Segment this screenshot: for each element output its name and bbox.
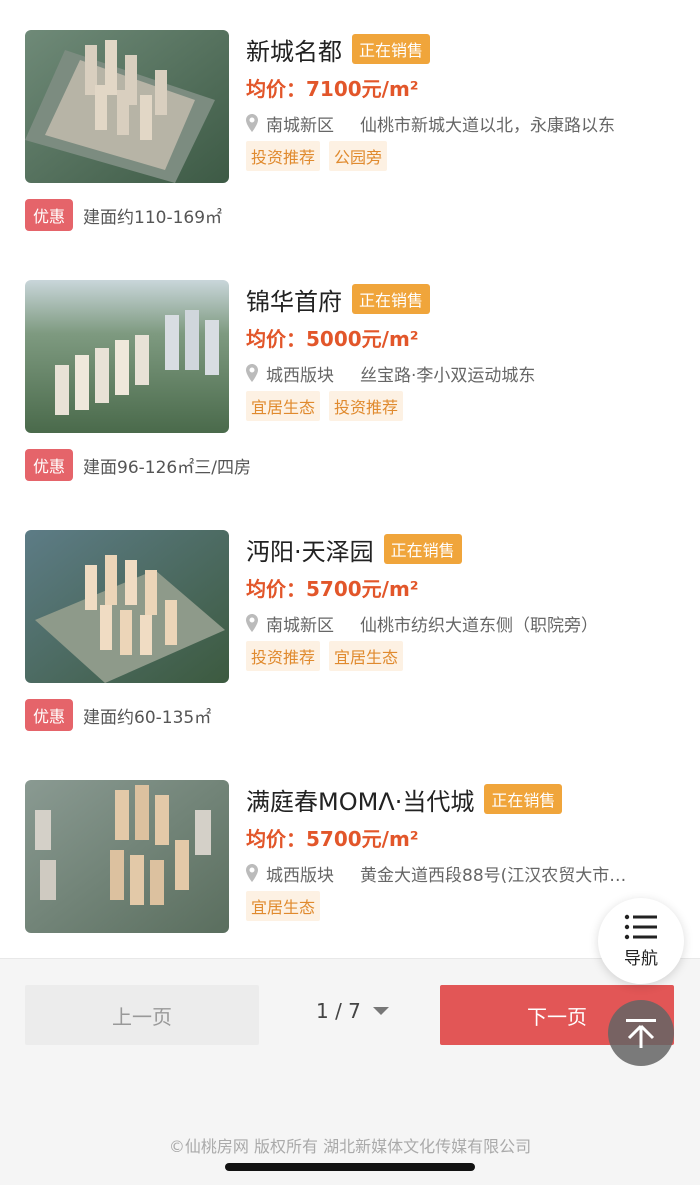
listing-district: 城西版块 [266,365,334,386]
back-to-top-button[interactable] [608,1000,674,1066]
listing-info: 沔阳·天泽园 正在销售 均价：5700元/m² 南城新区 仙桃市纺织大道东侧（职… [246,530,680,671]
property-image[interactable] [25,30,229,183]
listing-price: 均价：7100元/m² [246,77,419,101]
listing-card[interactable]: 锦华首府 正在销售 均价：5000元/m² 城西版块 丝宝路·李小双运动城东 宜… [0,250,700,500]
status-badge: 正在销售 [352,34,431,64]
listing-list: 新城名都 正在销售 均价：7100元/m² 南城新区 仙桃市新城大道以北，永康路… [0,0,700,1000]
property-image[interactable] [25,530,229,683]
listing-address: 仙桃市纺织大道东侧（职院旁） [360,615,598,636]
footer-copyright: ©仙桃房网 版权所有 湖北新媒体文化传媒有限公司 [168,1137,532,1156]
listing-price: 均价：5700元/m² [246,577,419,601]
status-badge: 正在销售 [352,284,431,314]
promo-badge: 优惠 [25,699,74,731]
promo-text: 建面96-126㎡三/四房 [83,457,251,478]
location-pin-icon [246,364,258,382]
promo-badge: 优惠 [25,199,74,231]
page-selector[interactable]: 1 / 7 [316,999,389,1023]
promo-badge: 优惠 [25,449,74,481]
page-indicator: 1 / 7 [316,999,361,1023]
listing-info: 锦华首府 正在销售 均价：5000元/m² 城西版块 丝宝路·李小双运动城东 宜… [246,280,680,421]
prev-page-button[interactable]: 上一页 [25,985,259,1045]
listing-price: 均价：5000元/m² [246,327,419,351]
promo-text: 建面约60-135㎡ [83,707,212,728]
listing-title[interactable]: 新城名都 [246,32,342,67]
arrow-up-icon [626,1019,656,1048]
status-badge: 正在销售 [383,534,462,564]
listing-card[interactable]: 沔阳·天泽园 正在销售 均价：5700元/m² 南城新区 仙桃市纺织大道东侧（职… [0,500,700,750]
listing-info: 满庭春MOMΛ·当代城 正在销售 均价：5700元/m² 城西版块 黄金大道西段… [246,780,680,921]
location-pin-icon [246,614,258,632]
feature-tag: 宜居生态 [329,641,404,671]
menu-list-icon [624,914,657,939]
nav-label: 导航 [624,948,658,969]
caret-down-icon [372,1007,389,1015]
listing-price: 均价：5700元/m² [246,827,419,851]
location-pin-icon [246,114,258,132]
listing-address: 黄金大道西段88号(江汉农贸大市… [360,865,627,886]
location-pin-icon [246,864,258,882]
feature-tag: 投资推荐 [246,641,321,671]
listing-info: 新城名都 正在销售 均价：7100元/m² 南城新区 仙桃市新城大道以北，永康路… [246,30,680,171]
property-image[interactable] [25,780,229,933]
feature-tag: 投资推荐 [329,391,404,421]
listing-district: 南城新区 [266,615,334,636]
listing-title[interactable]: 满庭春MOMΛ·当代城 [246,782,474,817]
listing-district: 城西版块 [266,865,334,886]
listing-title[interactable]: 锦华首府 [246,282,342,317]
listing-title[interactable]: 沔阳·天泽园 [246,532,374,567]
feature-tag: 投资推荐 [246,141,321,171]
property-image[interactable] [25,280,229,433]
listing-address: 丝宝路·李小双运动城东 [360,365,536,386]
pagination-bar: 上一页 1 / 7 下一页 ©仙桃房网 版权所有 湖北新媒体文化传媒有限公司 [0,958,700,1185]
status-badge: 正在销售 [484,784,563,814]
promo-text: 建面约110-169㎡ [83,207,223,228]
listing-address: 仙桃市新城大道以北，永康路以东 [360,115,615,136]
listing-card[interactable]: 新城名都 正在销售 均价：7100元/m² 南城新区 仙桃市新城大道以北，永康路… [0,0,700,250]
home-indicator [225,1163,475,1171]
listing-district: 南城新区 [266,115,334,136]
feature-tag: 宜居生态 [246,891,321,921]
feature-tag: 宜居生态 [246,391,321,421]
feature-tag: 公园旁 [329,141,388,171]
nav-menu-button[interactable]: 导航 [598,898,684,984]
